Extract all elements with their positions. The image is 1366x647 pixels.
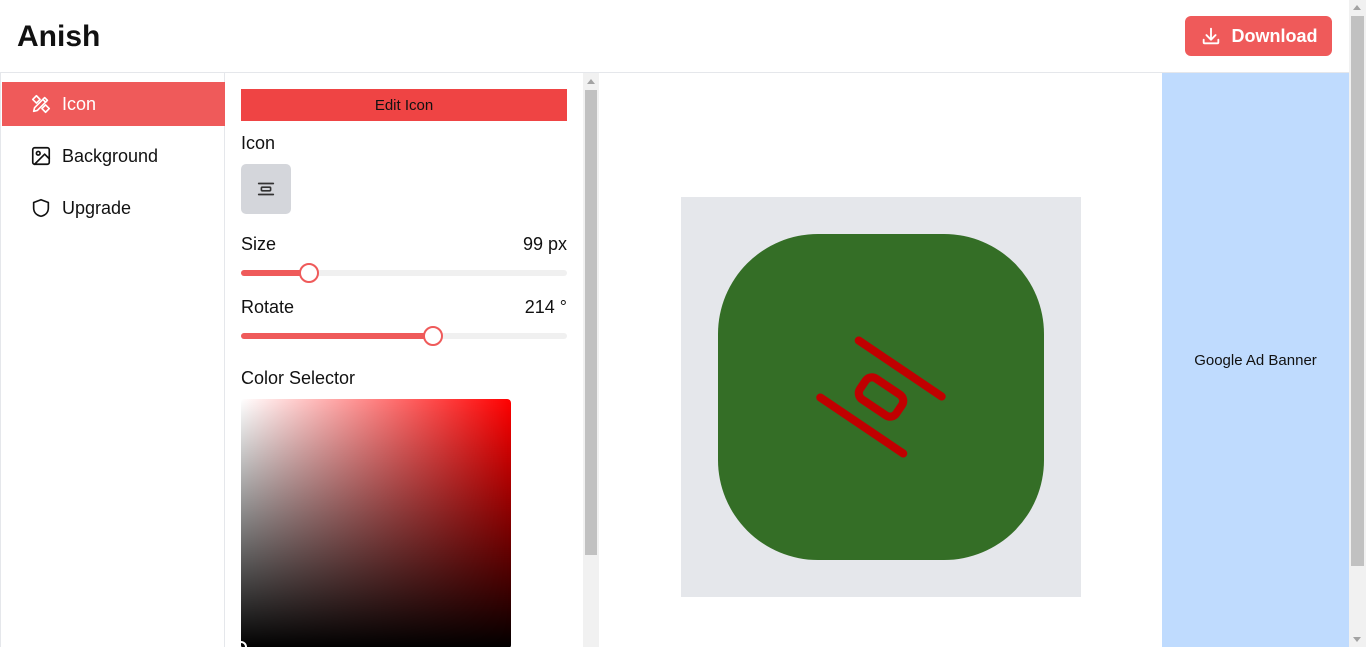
- align-center-icon: [816, 336, 946, 458]
- rotate-slider-fill: [241, 333, 434, 339]
- panel-scrollbar-thumb[interactable]: [585, 90, 597, 555]
- brand-title: Anish: [17, 20, 101, 53]
- preview-background: [681, 197, 1081, 597]
- size-slider[interactable]: [241, 263, 567, 283]
- download-icon: [1202, 27, 1219, 45]
- sidebar-item-label: Background: [62, 145, 159, 166]
- preview-area: [599, 73, 1162, 647]
- sidebar-item-upgrade[interactable]: Upgrade: [2, 186, 225, 230]
- sidebar-item-icon[interactable]: Icon: [2, 82, 225, 126]
- sidebar-item-label: Upgrade: [62, 197, 132, 218]
- size-label: Size: [241, 234, 277, 254]
- color-picker-pointer[interactable]: [235, 641, 247, 647]
- sidebar-item-label: Icon: [62, 93, 97, 114]
- scroll-down-arrow-icon[interactable]: [1353, 637, 1361, 642]
- shield-icon: [32, 198, 50, 218]
- color-saturation-picker[interactable]: [235, 399, 511, 647]
- sidebar-item-background[interactable]: Background: [2, 134, 225, 178]
- page-scrollbar[interactable]: [1349, 0, 1366, 647]
- sidebar: Icon Background Upgrade: [0, 73, 225, 647]
- size-slider-thumb[interactable]: [299, 263, 320, 283]
- rotate-value: 214 °: [524, 297, 567, 317]
- pen-ruler-icon: [31, 94, 51, 114]
- icon-label: Icon: [241, 133, 276, 153]
- download-button[interactable]: Download: [1185, 16, 1332, 56]
- scroll-up-arrow-icon[interactable]: [1353, 5, 1361, 10]
- icon-picker-button[interactable]: [241, 164, 291, 214]
- color-selector-label: Color Selector: [241, 368, 356, 388]
- edit-panel: Edit Icon Icon Size 99 px Rotate 214 ° C…: [225, 73, 583, 647]
- rotate-slider-thumb[interactable]: [423, 326, 444, 346]
- ad-banner[interactable]: Google Ad Banner: [1162, 73, 1349, 647]
- image-icon: [31, 146, 51, 166]
- app-header: Anish Download: [0, 0, 1349, 73]
- preview-icon-tile: [718, 234, 1044, 560]
- panel-scrollbar[interactable]: [583, 73, 599, 647]
- align-center-icon: [257, 182, 275, 196]
- rotate-slider[interactable]: [241, 326, 567, 346]
- download-label: Download: [1231, 25, 1318, 46]
- edit-icon-button[interactable]: Edit Icon: [241, 89, 567, 121]
- size-value: 99 px: [522, 234, 567, 254]
- page-scrollbar-thumb[interactable]: [1351, 16, 1364, 566]
- scroll-up-arrow-icon[interactable]: [587, 79, 595, 84]
- rotate-label: Rotate: [241, 297, 295, 317]
